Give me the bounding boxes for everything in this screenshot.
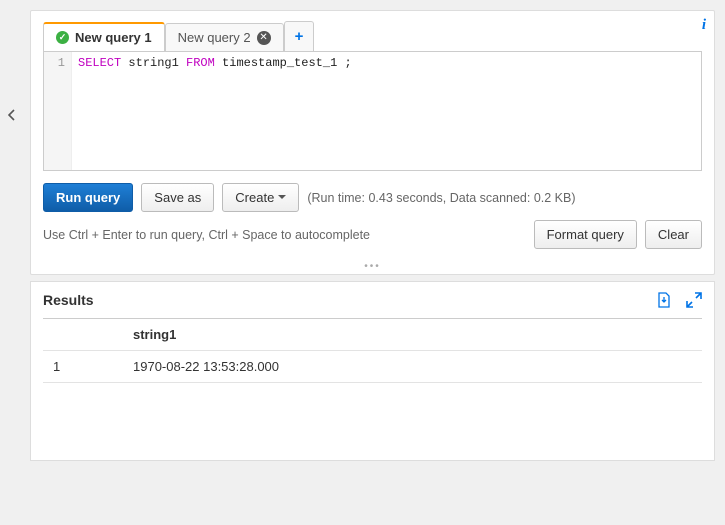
editor-content[interactable]: SELECT string1 FROM timestamp_test_1 ; bbox=[72, 52, 701, 170]
hint-row: Use Ctrl + Enter to run query, Ctrl + Sp… bbox=[31, 220, 714, 261]
close-tab-icon[interactable]: ✕ bbox=[257, 31, 271, 45]
table-header-row: string1 bbox=[43, 319, 702, 351]
results-panel: Results string1 1 1970-08-22 13:53:28.00… bbox=[30, 281, 715, 461]
resize-handle[interactable]: ••• bbox=[31, 261, 714, 274]
cell-rownum: 1 bbox=[43, 351, 123, 383]
table-row: 1 1970-08-22 13:53:28.000 bbox=[43, 351, 702, 383]
expand-icon[interactable] bbox=[686, 292, 702, 308]
format-query-button[interactable]: Format query bbox=[534, 220, 637, 249]
run-info-text: (Run time: 0.43 seconds, Data scanned: 0… bbox=[307, 191, 575, 205]
editor-gutter: 1 bbox=[44, 52, 72, 170]
sql-editor[interactable]: 1 SELECT string1 FROM timestamp_test_1 ; bbox=[43, 51, 702, 171]
tab-query-1[interactable]: ✓ New query 1 bbox=[43, 22, 165, 51]
run-query-button[interactable]: Run query bbox=[43, 183, 133, 212]
hint-text: Use Ctrl + Enter to run query, Ctrl + Sp… bbox=[43, 228, 370, 242]
clear-button[interactable]: Clear bbox=[645, 220, 702, 249]
line-number: 1 bbox=[44, 56, 65, 70]
tab-label: New query 1 bbox=[75, 30, 152, 45]
tab-label: New query 2 bbox=[178, 30, 251, 45]
column-header-string1: string1 bbox=[123, 319, 702, 351]
info-icon[interactable]: i bbox=[702, 17, 706, 34]
cell-value: 1970-08-22 13:53:28.000 bbox=[123, 351, 702, 383]
query-tabs: ✓ New query 1 New query 2 ✕ + bbox=[31, 11, 714, 51]
sidebar-collapse-handle[interactable] bbox=[4, 100, 20, 130]
download-icon[interactable] bbox=[656, 292, 672, 308]
add-tab-button[interactable]: + bbox=[284, 21, 315, 51]
column-header-rownum bbox=[43, 319, 123, 351]
results-table: string1 1 1970-08-22 13:53:28.000 bbox=[43, 319, 702, 383]
status-success-icon: ✓ bbox=[56, 31, 69, 44]
create-button[interactable]: Create bbox=[222, 183, 299, 212]
save-as-button[interactable]: Save as bbox=[141, 183, 214, 212]
query-panel: i ✓ New query 1 New query 2 ✕ + 1 SELECT… bbox=[30, 10, 715, 275]
results-title: Results bbox=[43, 292, 94, 308]
action-bar: Run query Save as Create (Run time: 0.43… bbox=[31, 183, 714, 220]
tab-query-2[interactable]: New query 2 ✕ bbox=[165, 23, 284, 51]
